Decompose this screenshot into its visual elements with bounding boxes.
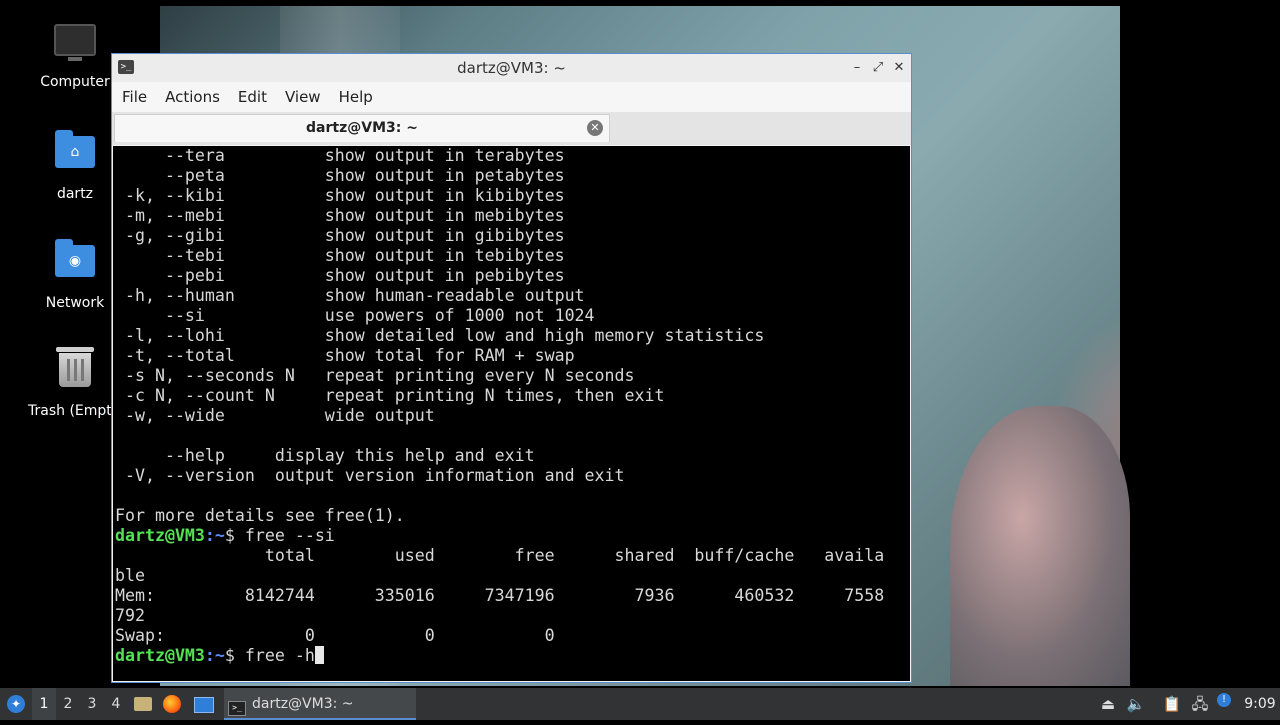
prompt-path: :~ bbox=[204, 526, 225, 545]
tab-bar: dartz@VM3: ~ ✕ bbox=[112, 112, 911, 145]
workspace-4[interactable]: 4 bbox=[104, 688, 128, 720]
terminal-line: Swap: 0 0 0 bbox=[115, 626, 555, 645]
terminal-line: --help display this help and exit bbox=[115, 446, 535, 465]
workspace-2[interactable]: 2 bbox=[56, 688, 80, 720]
firefox-launcher[interactable] bbox=[163, 688, 185, 720]
tab-close-icon[interactable]: ✕ bbox=[587, 120, 603, 136]
workspace-3[interactable]: 3 bbox=[80, 688, 104, 720]
prompt-path: :~ bbox=[204, 646, 225, 665]
window-title: dartz@VM3: ~ bbox=[457, 59, 566, 77]
show-desktop-button[interactable] bbox=[194, 688, 216, 720]
prompt-user: dartz@VM3 bbox=[115, 526, 205, 545]
menu-bar: File Actions Edit View Help bbox=[112, 82, 911, 112]
workspace-1[interactable]: 1 bbox=[32, 688, 56, 720]
trash-icon bbox=[53, 347, 97, 397]
terminal-line: -l, --lohi show detailed low and high me… bbox=[115, 326, 765, 345]
terminal-line: --peta show output in petabytes bbox=[115, 166, 565, 185]
task-label: dartz@VM3: ~ bbox=[252, 696, 354, 712]
terminal-line: --si use powers of 1000 not 1024 bbox=[115, 306, 595, 325]
wallpaper-figure bbox=[950, 406, 1130, 686]
terminal-line: -w, --wide wide output bbox=[115, 406, 435, 425]
menu-edit[interactable]: Edit bbox=[228, 82, 275, 106]
desktop-icon-computer[interactable]: Computer bbox=[25, 20, 125, 90]
terminal-icon: >_ bbox=[228, 701, 246, 716]
minimize-button[interactable]: – bbox=[847, 58, 867, 78]
terminal-line: -g, --gibi show output in gibibytes bbox=[115, 226, 565, 245]
terminal-line: -k, --kibi show output in kibibytes bbox=[115, 186, 565, 205]
home-folder-icon: ⌂ bbox=[53, 130, 97, 180]
computer-icon bbox=[53, 24, 97, 68]
terminal-line: -m, --mebi show output in mebibytes bbox=[115, 206, 565, 225]
menu-help[interactable]: Help bbox=[329, 82, 381, 106]
help-text: --tera show output in terabytes --peta s… bbox=[115, 146, 910, 526]
desktop-icon-label: dartz bbox=[56, 186, 94, 202]
app-menu-icon: ✦ bbox=[7, 695, 25, 713]
network-status-icon[interactable]: 🖧 bbox=[1188, 688, 1212, 720]
command-text: $ free -h bbox=[224, 646, 315, 665]
terminal-line: For more details see free(1). bbox=[115, 506, 405, 525]
window-titlebar[interactable]: >_ dartz@VM3: ~ – ⤢ ✕ bbox=[112, 54, 911, 82]
command-text: $ free --si bbox=[224, 526, 335, 545]
desktop-icon bbox=[194, 697, 214, 713]
tab-terminal[interactable]: dartz@VM3: ~ ✕ bbox=[114, 114, 610, 142]
taskbar-task-terminal[interactable]: >_ dartz@VM3: ~ bbox=[224, 688, 416, 720]
desktop-icon-label: Computer bbox=[40, 74, 110, 90]
folder-icon bbox=[134, 697, 152, 711]
terminal-line: 792 bbox=[115, 606, 145, 625]
terminal-line: --tera show output in terabytes bbox=[115, 146, 565, 165]
command-output: total used free shared buff/cache availa… bbox=[115, 546, 910, 646]
terminal-line: -t, --total show total for RAM + swap bbox=[115, 346, 575, 365]
menu-file[interactable]: File bbox=[112, 82, 155, 106]
terminal-line: total used free shared buff/cache availa bbox=[115, 546, 885, 565]
desktop-icon-network[interactable]: ◉ Network bbox=[25, 237, 125, 311]
menu-actions[interactable]: Actions bbox=[155, 82, 228, 106]
terminal-line: ble bbox=[115, 566, 145, 585]
volume-icon[interactable]: 🔈 bbox=[1124, 688, 1148, 720]
maximize-button[interactable]: ⤢ bbox=[868, 58, 888, 78]
desktop-icon-home[interactable]: ⌂ dartz bbox=[25, 128, 125, 202]
terminal-line: --pebi show output in pebibytes bbox=[115, 266, 565, 285]
tab-label: dartz@VM3: ~ bbox=[306, 120, 418, 136]
desktop-icon-trash[interactable]: Trash (Empty) bbox=[20, 345, 115, 419]
terminal-line: Mem: 8142744 335016 7347196 7936 460532 … bbox=[115, 586, 885, 605]
start-menu-button[interactable]: ✦ bbox=[4, 688, 28, 720]
terminal-line: -h, --human show human-readable output bbox=[115, 286, 585, 305]
firefox-icon bbox=[163, 695, 181, 713]
terminal-line: -V, --version output version information… bbox=[115, 466, 625, 485]
command-line: dartz@VM3:~$ free --si bbox=[115, 526, 910, 546]
update-notification-icon[interactable]: ! bbox=[1212, 688, 1236, 720]
prompt-user: dartz@VM3 bbox=[115, 646, 205, 665]
command-line-current: dartz@VM3:~$ free -h bbox=[115, 646, 910, 666]
close-button[interactable]: ✕ bbox=[889, 58, 909, 78]
clock[interactable]: 9:09 bbox=[1240, 688, 1280, 720]
tray-eject-icon[interactable]: ⏏ bbox=[1096, 688, 1120, 720]
terminal-line: --tebi show output in tebibytes bbox=[115, 246, 565, 265]
terminal-line: -s N, --seconds N repeat printing every … bbox=[115, 366, 635, 385]
taskbar: ✦ 1 2 3 4 >_ dartz@VM3: ~ ⏏ 🔈 📋 🖧 ! 9:09 bbox=[0, 688, 1280, 720]
text-cursor bbox=[314, 646, 324, 664]
network-folder-icon: ◉ bbox=[53, 239, 97, 289]
file-manager-launcher[interactable] bbox=[134, 688, 156, 720]
desktop-icon-label: Trash (Empty) bbox=[28, 403, 115, 419]
menu-view[interactable]: View bbox=[275, 82, 329, 106]
terminal-line: -c N, --count N repeat printing N times,… bbox=[115, 386, 665, 405]
desktop-icon-label: Network bbox=[45, 295, 105, 311]
clipboard-icon[interactable]: 📋 bbox=[1160, 688, 1184, 720]
terminal-window[interactable]: >_ dartz@VM3: ~ – ⤢ ✕ File Actions Edit Vie… bbox=[111, 53, 912, 683]
terminal-output[interactable]: --tera show output in terabytes --peta s… bbox=[113, 146, 910, 681]
